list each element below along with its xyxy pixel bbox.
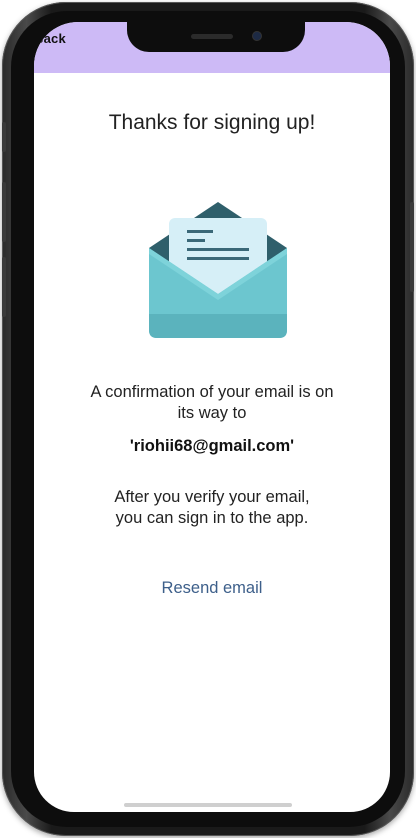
page-title: Thanks for signing up! <box>108 111 316 134</box>
confirmation-text: A confirmation of your email is on its w… <box>34 382 390 424</box>
email-address: 'riohii68@gmail.com' <box>129 437 295 455</box>
app-screen: Back Thanks for signing up! A confirmati… <box>34 22 390 812</box>
home-indicator[interactable] <box>124 803 292 807</box>
back-button[interactable]: Back <box>34 31 66 46</box>
verify-line-2: you can sign in to the app. <box>115 509 309 527</box>
resend-email-link[interactable]: Resend email <box>34 579 390 598</box>
verify-instructions: After you verify your email, you can sig… <box>34 487 390 529</box>
confirmation-line-2: its way to <box>177 404 247 422</box>
envelope-icon <box>149 202 287 338</box>
volume-up-button <box>2 182 6 242</box>
front-camera <box>253 32 261 40</box>
app-stage: Back Thanks for signing up! A confirmati… <box>0 0 416 838</box>
power-button <box>410 202 414 292</box>
phone-notch <box>127 22 305 52</box>
volume-down-button <box>2 257 6 317</box>
verify-line-1: After you verify your email, <box>114 488 310 506</box>
mute-switch <box>2 122 6 152</box>
confirmation-line-1: A confirmation of your email is on <box>90 383 334 401</box>
speaker-grille <box>191 34 233 39</box>
